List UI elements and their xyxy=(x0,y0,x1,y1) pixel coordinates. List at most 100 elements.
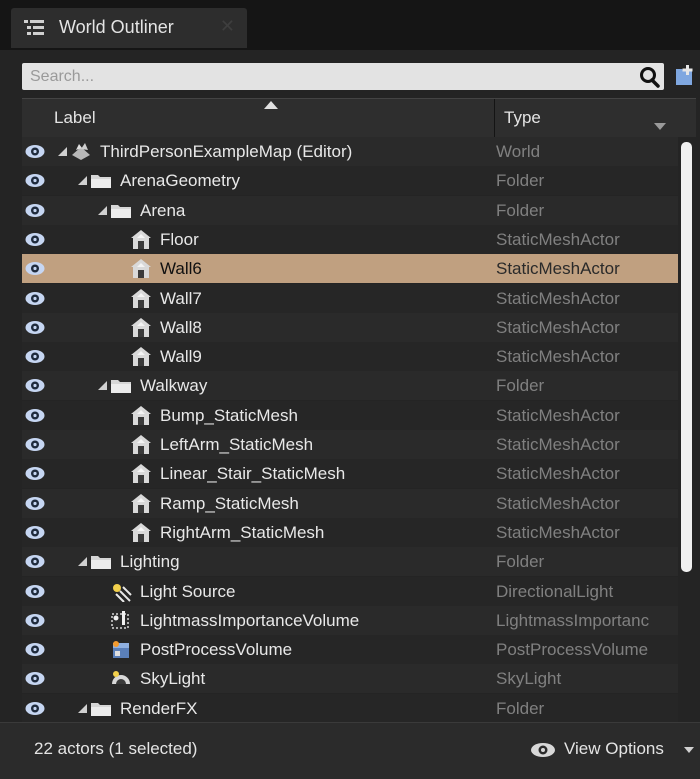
table-row[interactable]: Ramp_StaticMesh StaticMeshActor xyxy=(22,488,678,518)
table-row[interactable]: Light Source DirectionalLight xyxy=(22,576,678,606)
row-label: RenderFX xyxy=(120,698,198,718)
table-row[interactable]: RightArm_StaticMesh StaticMeshActor xyxy=(22,517,678,547)
tab-world-outliner[interactable]: World Outliner ✕ xyxy=(11,8,247,48)
row-type: World xyxy=(496,142,541,161)
column-menu-icon[interactable] xyxy=(654,123,666,131)
visibility-eye-icon[interactable] xyxy=(25,671,45,686)
visibility-eye-icon[interactable] xyxy=(25,466,45,481)
column-label[interactable]: Label xyxy=(54,108,96,128)
tab-title: World Outliner xyxy=(59,17,174,37)
visibility-eye-icon[interactable] xyxy=(25,642,45,657)
row-type: Folder xyxy=(496,552,545,572)
row-label: Wall8 xyxy=(160,317,202,337)
search-box xyxy=(22,63,664,90)
visibility-eye-icon[interactable] xyxy=(25,349,45,364)
visibility-eye-icon[interactable] xyxy=(25,701,45,716)
close-icon[interactable]: ✕ xyxy=(220,16,235,37)
row-label: Wall7 xyxy=(160,288,202,308)
table-row[interactable]: LightmassImportanceVolume LightmassImport… xyxy=(22,605,678,635)
row-label: Wall9 xyxy=(160,347,202,367)
row-type: StaticMeshActor xyxy=(496,229,620,249)
folder-icon xyxy=(91,175,111,189)
visibility-eye-icon[interactable] xyxy=(25,203,45,218)
row-label: Arena xyxy=(140,200,186,220)
tab-bar: World Outliner ✕ xyxy=(0,0,700,50)
list-icon xyxy=(24,20,44,35)
table-row[interactable]: Walkway Folder xyxy=(22,371,678,401)
static-mesh-icon xyxy=(131,347,151,367)
visibility-eye-icon[interactable] xyxy=(25,378,45,393)
table-row[interactable]: Wall6 StaticMeshActor xyxy=(22,254,678,284)
expand-arrow-icon[interactable] xyxy=(58,147,67,156)
visibility-eye-icon[interactable] xyxy=(25,291,45,306)
row-type: StaticMeshActor xyxy=(496,435,620,454)
visibility-eye-icon[interactable] xyxy=(25,261,45,276)
expand-arrow-icon[interactable] xyxy=(98,205,107,215)
column-header: Label Type xyxy=(22,98,696,138)
column-divider[interactable] xyxy=(494,99,495,137)
visibility-eye-icon[interactable] xyxy=(25,554,45,569)
visibility-eye-icon[interactable] xyxy=(25,584,45,599)
table-row[interactable]: Wall9 StaticMeshActor xyxy=(22,342,678,372)
visibility-eye-icon[interactable] xyxy=(25,144,45,159)
table-row[interactable]: RenderFX Folder xyxy=(22,693,678,722)
static-mesh-icon xyxy=(131,435,151,454)
row-label: Linear_Stair_StaticMesh xyxy=(160,464,346,484)
directional-light-icon xyxy=(113,583,132,602)
static-mesh-icon xyxy=(131,405,151,425)
world-outliner-panel: World Outliner ✕ Label Type ThirdPersonE… xyxy=(0,0,700,779)
scrollbar-thumb[interactable] xyxy=(681,142,692,572)
search-icon[interactable] xyxy=(638,66,660,88)
static-mesh-icon xyxy=(131,464,151,484)
visibility-eye-icon[interactable] xyxy=(25,320,45,335)
row-label: LightmassImportanceVolume xyxy=(140,610,360,630)
table-row[interactable]: Wall8 StaticMeshActor xyxy=(22,312,678,342)
row-type: SkyLight xyxy=(496,669,562,689)
column-type[interactable]: Type xyxy=(504,108,541,128)
visibility-eye-icon[interactable] xyxy=(25,613,45,628)
table-row[interactable]: Wall7 StaticMeshActor xyxy=(22,283,678,313)
row-type: Folder xyxy=(496,698,545,718)
visibility-eye-icon[interactable] xyxy=(25,437,45,452)
folder-icon xyxy=(111,380,131,394)
row-type: Folder xyxy=(496,376,545,396)
visibility-eye-icon[interactable] xyxy=(25,232,45,247)
table-row[interactable]: Arena Folder xyxy=(22,195,678,225)
visibility-eye-icon[interactable] xyxy=(25,173,45,188)
table-row[interactable]: SkyLight SkyLight xyxy=(22,664,678,694)
static-mesh-icon xyxy=(131,288,151,308)
expand-arrow-icon[interactable] xyxy=(78,703,87,713)
table-row[interactable]: ArenaGeometry Folder xyxy=(22,166,678,196)
outliner-tree: ThirdPersonExampleMap (Editor) World Arena… xyxy=(22,137,678,722)
table-row[interactable]: ThirdPersonExampleMap (Editor) World xyxy=(22,137,678,166)
expand-arrow-icon[interactable] xyxy=(78,557,87,567)
row-label: Bump_StaticMesh xyxy=(160,405,298,425)
row-type: PostProcessVolume xyxy=(496,640,649,660)
status-footer: 22 actors (1 selected) View Options xyxy=(0,722,700,779)
visibility-eye-icon[interactable] xyxy=(25,525,45,540)
table-row[interactable]: LeftArm_StaticMesh StaticMeshActor xyxy=(22,430,678,459)
table-row[interactable]: Linear_Stair_StaticMesh StaticMeshActor xyxy=(22,459,678,489)
search-input[interactable] xyxy=(22,63,622,90)
static-mesh-icon xyxy=(131,317,151,337)
eye-icon xyxy=(531,743,555,757)
visibility-eye-icon[interactable] xyxy=(25,496,45,511)
row-label: Floor xyxy=(160,229,199,249)
row-type: StaticMeshActor xyxy=(496,347,620,367)
row-type: LightmassImportanc xyxy=(496,610,650,630)
folder-icon xyxy=(91,556,111,570)
static-mesh-icon xyxy=(131,229,151,249)
lightmass-volume-icon xyxy=(111,610,129,629)
table-row[interactable]: Lighting Folder xyxy=(22,547,678,577)
add-folder-icon[interactable] xyxy=(670,63,696,89)
table-row[interactable]: Floor StaticMeshActor xyxy=(22,224,678,254)
row-label: SkyLight xyxy=(140,669,206,689)
expand-arrow-icon[interactable] xyxy=(98,381,107,391)
expand-arrow-icon[interactable] xyxy=(78,176,87,186)
table-row[interactable]: Bump_StaticMesh StaticMeshActor xyxy=(22,400,678,430)
static-mesh-icon xyxy=(131,522,151,542)
sort-ascending-icon xyxy=(264,101,278,109)
table-row[interactable]: PostProcessVolume PostProcessVolume xyxy=(22,635,678,665)
visibility-eye-icon[interactable] xyxy=(25,408,45,423)
row-label: Wall6 xyxy=(160,259,202,279)
